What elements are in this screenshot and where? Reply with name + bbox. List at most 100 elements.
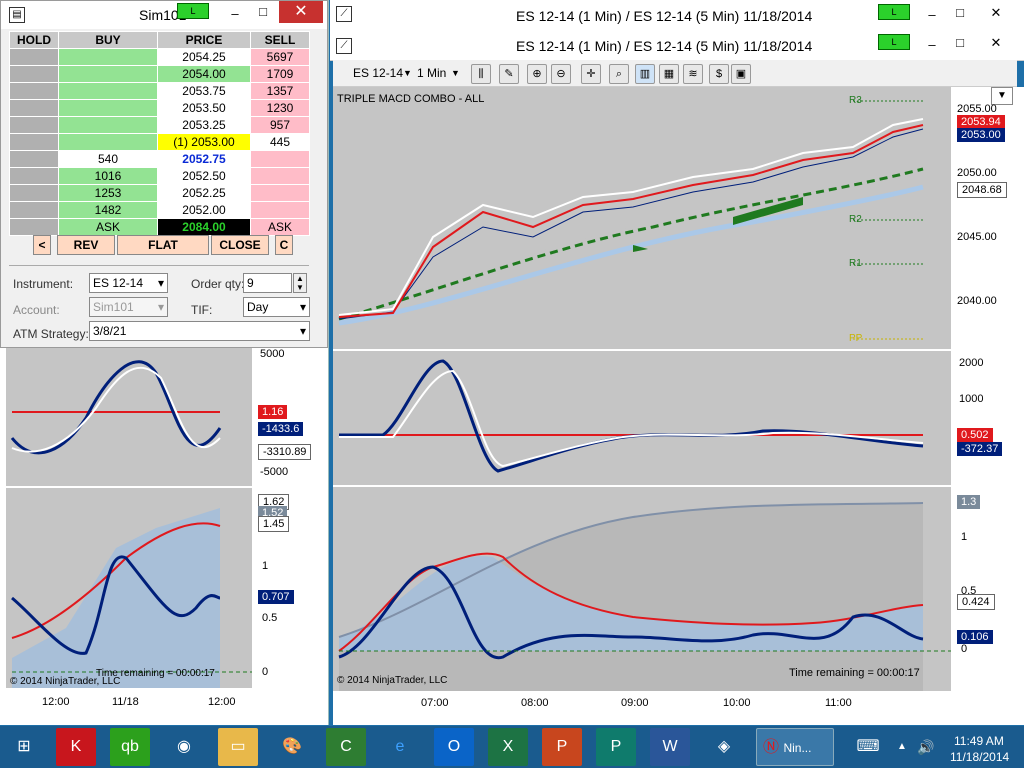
sell-cell[interactable]: 1357	[250, 82, 310, 100]
instrument-dropdown[interactable]: ES 12-14	[353, 66, 403, 80]
volume-icon[interactable]: 🔊	[914, 728, 938, 766]
maximize-button[interactable]: □	[948, 36, 972, 50]
dom-window[interactable]: ▤ Sim101 L – □ ✕ HOLD BUY PRICE SELL 205…	[0, 0, 328, 348]
ask-price-cell[interactable]: 2084.00	[157, 218, 251, 236]
sell-cell[interactable]: 957	[250, 116, 310, 134]
price-cell[interactable]: 2052.50	[157, 167, 251, 185]
price-cell[interactable]: 2052.75	[157, 150, 251, 168]
clock-date[interactable]: 11/18/2014	[950, 750, 1009, 764]
price-cell[interactable]: 2054.00	[157, 65, 251, 83]
hold-cell[interactable]	[9, 99, 59, 117]
close-button[interactable]: ✕	[984, 6, 1008, 20]
sell-cell[interactable]	[250, 150, 310, 168]
interval-dropdown[interactable]: 1 Min	[417, 66, 446, 80]
sell-cell[interactable]: 1709	[250, 65, 310, 83]
paint-icon[interactable]: 🎨	[272, 728, 312, 766]
dom-titlebar[interactable]: ▤ Sim101 L – □ ✕	[1, 1, 327, 29]
data-box-icon[interactable]: $	[709, 64, 729, 84]
word-icon[interactable]: W	[650, 728, 690, 766]
hold-cell[interactable]	[9, 133, 59, 151]
hold-cell[interactable]	[9, 65, 59, 83]
buy-cell[interactable]	[58, 133, 158, 151]
zoom-in-icon[interactable]: ⊕	[527, 64, 547, 84]
hold-cell[interactable]	[9, 167, 59, 185]
minimize-button[interactable]: –	[223, 7, 247, 21]
start-button[interactable]: ⊞	[4, 728, 44, 766]
ask-sell-cell[interactable]: ASK	[250, 218, 310, 236]
price-cell[interactable]: 2053.75	[157, 82, 251, 100]
hold-cell[interactable]	[9, 150, 59, 168]
last-price-cell[interactable]: (1) 2053.00	[157, 133, 251, 151]
atm-strategy-select[interactable]: 3/8/21 ▾	[89, 321, 310, 341]
powerpoint-icon[interactable]: P	[542, 728, 582, 766]
chevron-down-icon[interactable]: ▼	[451, 68, 460, 78]
maximize-button[interactable]: □	[948, 6, 972, 20]
price-cell[interactable]: 2052.00	[157, 201, 251, 219]
find-icon[interactable]: ⌕	[609, 64, 629, 84]
price-axis[interactable]: ▼ 2055.00 2053.94 2053.00 2050.00 2048.6…	[951, 87, 1024, 349]
time-axis[interactable]: 07:00 08:00 09:00 10:00 11:00	[333, 691, 951, 725]
maximize-button[interactable]: □	[251, 5, 275, 19]
price-panel[interactable]: TRIPLE MACD COMBO - ALL R3 R2 R1 PP	[333, 87, 951, 349]
outlook-icon[interactable]: O	[434, 728, 474, 766]
buy-cell[interactable]	[58, 65, 158, 83]
minimize-button[interactable]: –	[920, 38, 944, 52]
right-arrow-button[interactable]: C	[275, 235, 293, 255]
chevron-down-icon[interactable]: ▼	[403, 68, 412, 78]
pencil-icon[interactable]: ✎	[499, 64, 519, 84]
order-qty-field[interactable]: 9	[243, 273, 292, 293]
sell-cell[interactable]	[250, 184, 310, 202]
chart-window-1-titlebar[interactable]: ⟋ ES 12-14 (1 Min) / ES 12-14 (5 Min) 11…	[330, 0, 1024, 31]
chart-window-2-titlebar[interactable]: ⟋ ES 12-14 (1 Min) / ES 12-14 (5 Min) 11…	[330, 30, 1024, 61]
buy-cell[interactable]: 1016	[58, 167, 158, 185]
strategies-icon[interactable]: ≋	[683, 64, 703, 84]
sell-cell[interactable]: 5697	[250, 48, 310, 66]
properties-icon[interactable]: ▣	[731, 64, 751, 84]
bar-type-icon[interactable]: ⫼	[471, 64, 491, 84]
left-arrow-button[interactable]: <	[33, 235, 51, 255]
ninjatrader-taskbar-button[interactable]: Ⓝ Nin...	[756, 728, 834, 766]
hold-cell[interactable]	[9, 184, 59, 202]
sell-cell[interactable]: 445	[250, 133, 310, 151]
price-ladder[interactable]: HOLD BUY PRICE SELL 2054.25 5697 2054.00 1…	[9, 31, 310, 236]
chart-trader-icon[interactable]: ▥	[635, 64, 655, 84]
camtasia-icon[interactable]: C	[326, 728, 366, 766]
clock-time[interactable]: 11:49 AM	[954, 734, 1004, 748]
buy-cell[interactable]: 1482	[58, 201, 158, 219]
buy-cell[interactable]	[58, 48, 158, 66]
hold-cell[interactable]	[9, 82, 59, 100]
hold-cell[interactable]	[9, 201, 59, 219]
sell-cell[interactable]: 1230	[250, 99, 310, 117]
price-cell[interactable]: 2054.25	[157, 48, 251, 66]
tif-select[interactable]: Day ▾	[243, 297, 310, 317]
buy-cell[interactable]: 540	[58, 150, 158, 168]
close-button[interactable]: ✕	[279, 1, 323, 23]
quickbooks-icon[interactable]: qb	[110, 728, 150, 766]
buy-cell[interactable]	[58, 82, 158, 100]
price-cell[interactable]: 2053.50	[157, 99, 251, 117]
touch-keyboard-icon[interactable]: ⌨	[852, 728, 884, 766]
zoom-out-icon[interactable]: ⊖	[551, 64, 571, 84]
internet-explorer-icon[interactable]: e	[380, 728, 420, 766]
app-icon[interactable]: ◈	[704, 728, 744, 766]
hold-cell[interactable]	[9, 116, 59, 134]
qty-stepper[interactable]: ▲ ▼	[293, 273, 307, 293]
sell-cell[interactable]	[250, 167, 310, 185]
lower-axis[interactable]: 1.3 1 0.5 0.424 0.106 0	[951, 487, 1024, 691]
media-player-icon[interactable]: ◉	[164, 728, 204, 766]
flatten-button[interactable]: FLAT	[117, 235, 209, 255]
publisher-icon[interactable]: P	[596, 728, 636, 766]
price-cell[interactable]: 2053.25	[157, 116, 251, 134]
macd-panel[interactable]	[333, 351, 951, 485]
sell-cell[interactable]	[250, 201, 310, 219]
indicators-icon[interactable]: ▦	[659, 64, 679, 84]
ask-buy-cell[interactable]: ASK	[58, 218, 158, 236]
reverse-button[interactable]: REV	[57, 235, 115, 255]
close-position-button[interactable]: CLOSE	[211, 235, 269, 255]
account-select[interactable]: Sim101 ▾	[89, 297, 168, 317]
excel-icon[interactable]: X	[488, 728, 528, 766]
macd-axis[interactable]: 2000 1000 0.502 -372.37	[951, 351, 1024, 485]
price-cell[interactable]: 2052.25	[157, 184, 251, 202]
minimize-button[interactable]: –	[920, 8, 944, 22]
lower-indicator-panel[interactable]: © 2014 NinjaTrader, LLC Time remaining =…	[333, 487, 951, 691]
